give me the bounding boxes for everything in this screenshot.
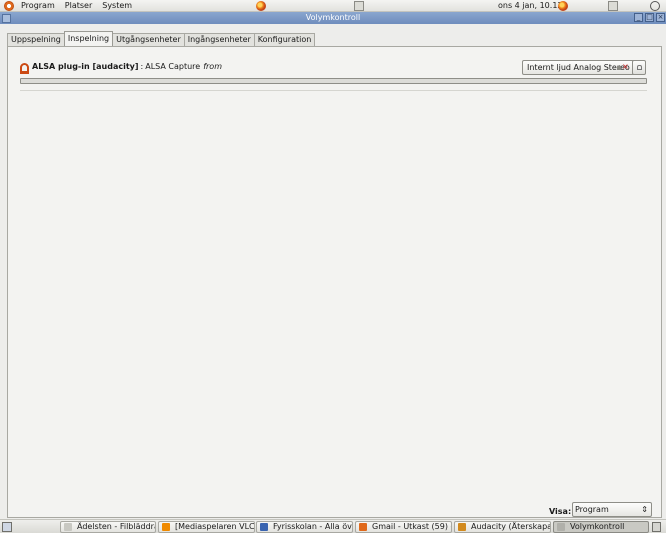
menu-platser[interactable]: Platser — [62, 0, 95, 12]
taskbar-item-vlc[interactable]: [Mediaspelaren VLC] — [158, 521, 255, 533]
vlc-cone-icon — [162, 523, 170, 531]
lock-channels-button[interactable] — [632, 60, 646, 75]
notes-launcher-icon[interactable] — [354, 1, 364, 11]
top-panel: Program Platser System ons 4 jan, 10.12 — [0, 0, 666, 12]
power-icon[interactable] — [650, 1, 660, 11]
device-name: ALSA plug-in [audacity] — [32, 62, 139, 71]
device-row: ALSA plug-in [audacity] : ALSA Capture f… — [20, 62, 222, 74]
folder-icon — [64, 523, 72, 531]
firefox-icon — [359, 523, 367, 531]
device-separator: : — [140, 62, 144, 71]
globe-icon — [260, 523, 268, 531]
update-notifier-icon[interactable] — [558, 1, 568, 11]
tab-utgangsenheter[interactable]: Utgångsenheter — [112, 33, 185, 46]
window-title: Volymkontroll — [305, 13, 361, 22]
ubuntu-logo-icon[interactable] — [4, 0, 14, 11]
tab-content-panel: ALSA plug-in [audacity] : ALSA Capture f… — [7, 46, 662, 518]
device-suffix: from — [203, 62, 222, 71]
bottom-panel: Ädelsten - Filbläddrare [Mediaspelaren V… — [0, 519, 666, 533]
titlebar[interactable]: Volymkontroll _ □ × — [0, 12, 666, 24]
taskbar-item-filbladdrare[interactable]: Ädelsten - Filbläddrare — [60, 521, 156, 533]
dropdown-arrow-icon: ⇕ — [641, 505, 648, 514]
taskbar-item-volymkontroll[interactable]: Volymkontroll — [553, 521, 649, 533]
volume-control-icon — [557, 523, 565, 531]
muted-speaker-icon[interactable]: × — [617, 63, 629, 72]
audacity-headphones-icon — [458, 523, 466, 531]
visa-selected-value: Program — [575, 505, 609, 514]
taskbar-item-fyrisskolan[interactable]: Fyrisskolan - Alla över... — [256, 521, 353, 533]
lock-icon — [636, 65, 642, 70]
trash-icon[interactable] — [652, 522, 661, 532]
tab-konfiguration[interactable]: Konfiguration — [253, 33, 316, 46]
menu-system[interactable]: System — [99, 0, 135, 12]
visa-dropdown[interactable]: Program ⇕ — [572, 502, 652, 517]
tab-ingangsenheter[interactable]: Ingångsenheter — [183, 33, 255, 46]
headset-icon — [20, 62, 29, 74]
minimize-icon[interactable]: _ — [634, 13, 643, 22]
tray-applet-icon[interactable] — [608, 1, 618, 11]
divider — [20, 90, 647, 91]
volume-control-window: Volymkontroll _ □ × Uppspelning Inspelni… — [0, 12, 666, 519]
tab-bar: Uppspelning Inspelning Utgångsenheter In… — [7, 31, 316, 46]
taskbar-item-gmail[interactable]: Gmail - Utkast (59) - ... — [355, 521, 452, 533]
clock[interactable]: ons 4 jan, 10.12 — [498, 0, 563, 12]
visa-label: Visa: — [549, 507, 572, 516]
volume-level-meter[interactable] — [20, 78, 647, 84]
menu-program[interactable]: Program — [18, 0, 58, 12]
maximize-icon[interactable]: □ — [645, 13, 654, 22]
tab-inspelning[interactable]: Inspelning — [63, 31, 114, 46]
tab-uppspelning[interactable]: Uppspelning — [7, 33, 65, 46]
close-icon[interactable]: × — [656, 13, 665, 22]
taskbar-item-audacity[interactable]: Audacity (Återskapad) — [454, 521, 551, 533]
show-desktop-icon[interactable] — [2, 522, 12, 532]
device-detail: ALSA Capture — [145, 62, 201, 71]
firefox-launcher-icon[interactable] — [256, 1, 266, 11]
